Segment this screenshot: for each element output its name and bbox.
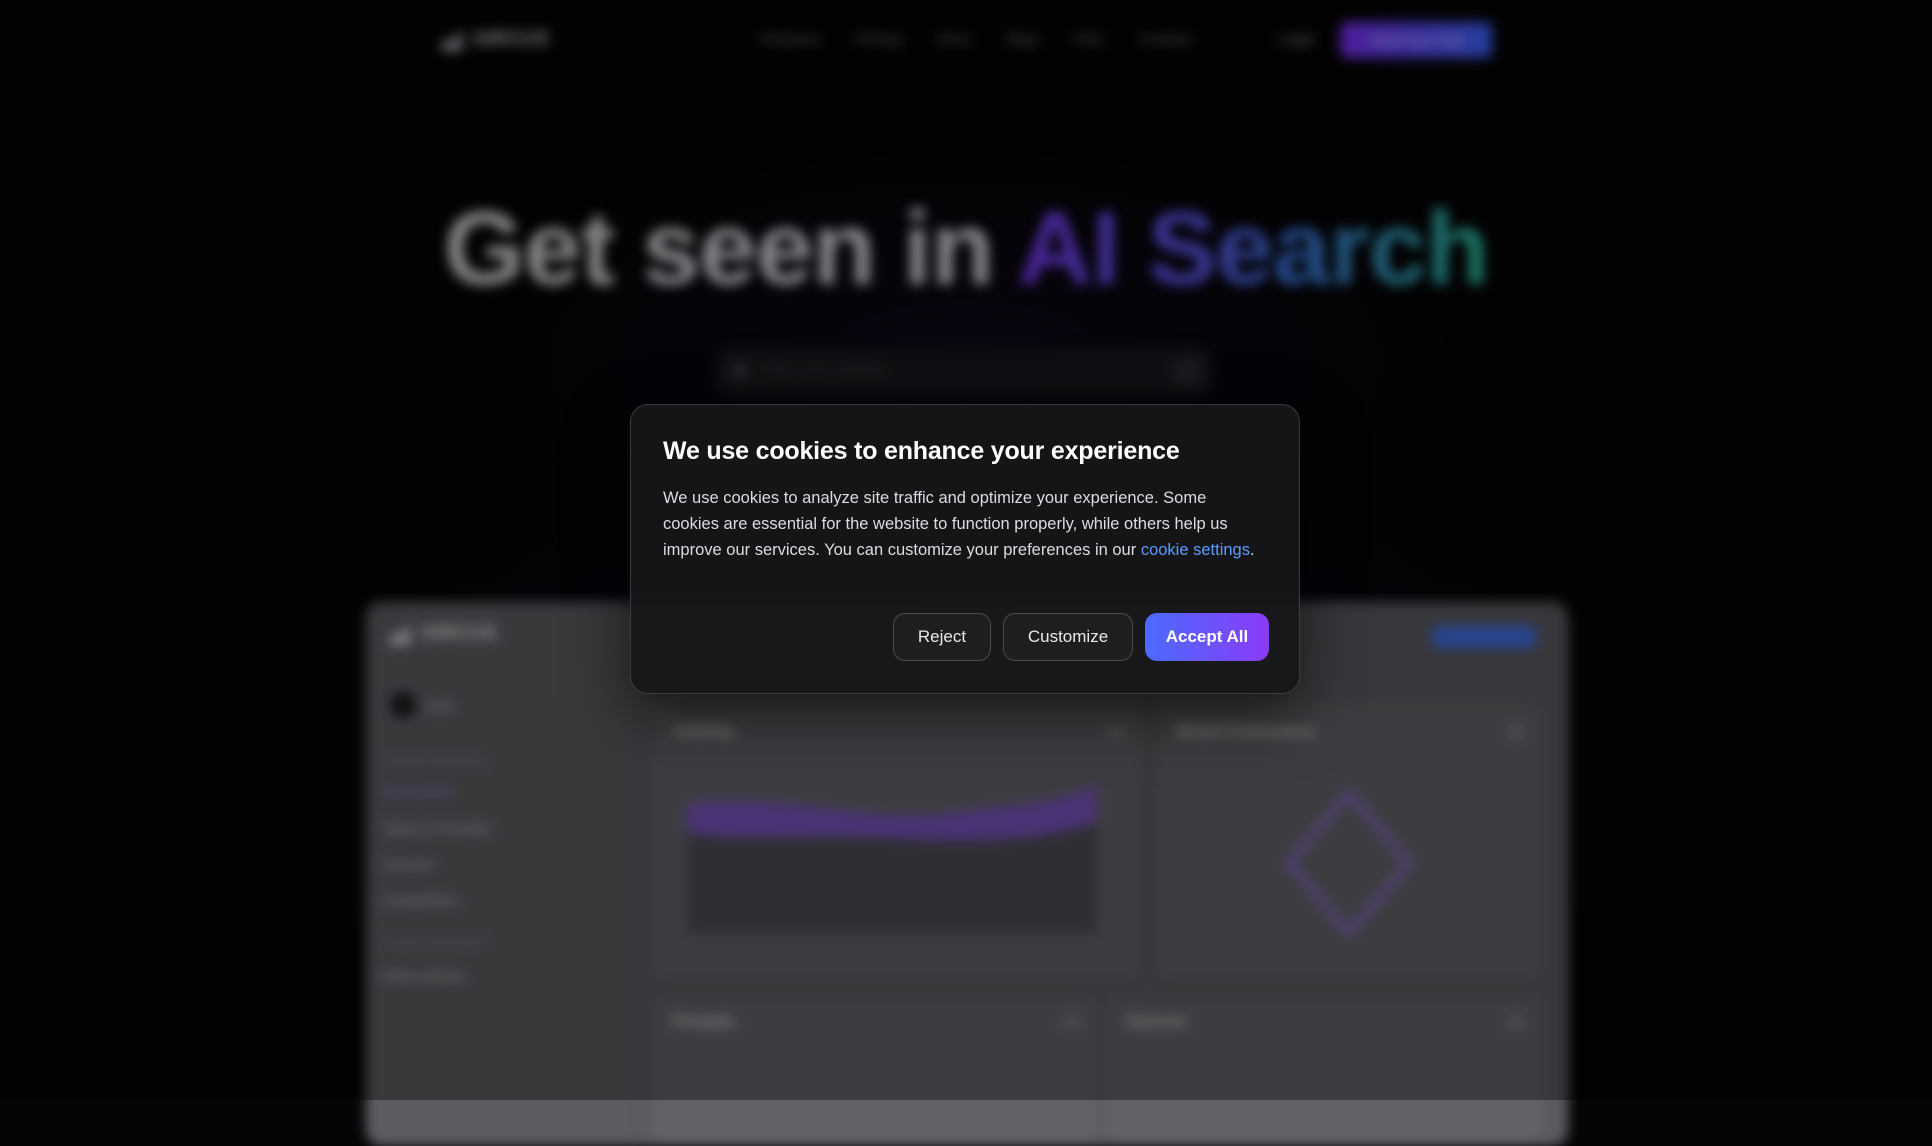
reject-button[interactable]: Reject bbox=[893, 613, 991, 661]
cookie-dialog-text-end: . bbox=[1249, 541, 1255, 559]
cookie-dialog-title: We use cookies to enhance your experienc… bbox=[663, 437, 1180, 465]
cookie-consent-dialog: We use cookies to enhance your experienc… bbox=[630, 404, 1300, 694]
customize-button[interactable]: Customize bbox=[1003, 613, 1133, 661]
cookie-settings-link[interactable]: cookie settings bbox=[1141, 541, 1250, 559]
cookie-dialog-body: We use cookies to analyze site traffic a… bbox=[663, 485, 1263, 563]
accept-all-button[interactable]: Accept All bbox=[1145, 613, 1269, 661]
